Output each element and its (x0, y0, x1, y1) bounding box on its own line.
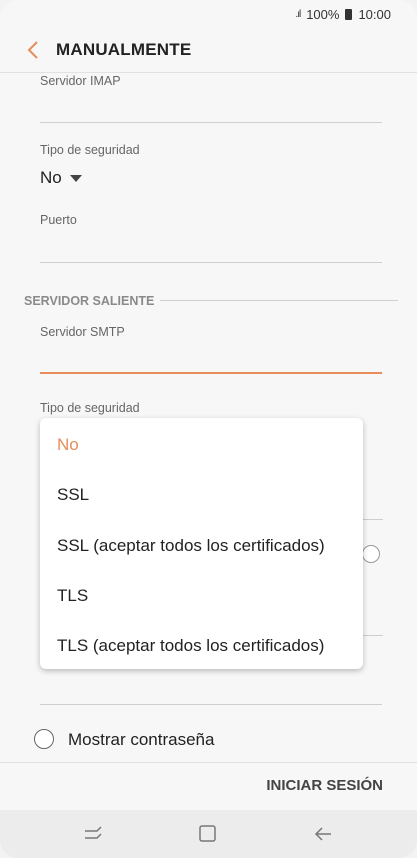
dropdown-option-no[interactable]: No (57, 435, 79, 455)
page-title: MANUALMENTE (56, 40, 192, 59)
outgoing-security-label: Tipo de seguridad (40, 401, 140, 415)
navigation-bar (0, 810, 417, 858)
hidden-radio[interactable] (362, 545, 380, 563)
status-bar: .ıl 100% 10:00 (0, 0, 417, 28)
screen: .ıl 100% 10:00 MANUALMENTE Servidor IMAP… (0, 0, 417, 858)
port-field[interactable] (40, 262, 382, 263)
incoming-security-select[interactable]: No (40, 168, 82, 188)
home-icon[interactable] (197, 824, 219, 844)
recent-apps-icon[interactable] (82, 824, 104, 844)
battery-icon (345, 8, 353, 20)
show-password-label: Mostrar contraseña (68, 730, 215, 749)
dropdown-option-tls-all-certs[interactable]: TLS (aceptar todos los certificados) (57, 636, 324, 656)
incoming-security-value: No (40, 168, 62, 187)
action-bar: INICIAR SESIÓN (0, 762, 417, 811)
dropdown-arrow-icon (69, 174, 82, 182)
imap-server-label: Servidor IMAP (40, 74, 121, 88)
password-field[interactable] (40, 704, 382, 705)
dropdown-option-tls[interactable]: TLS (57, 586, 88, 606)
security-type-dropdown[interactable]: No SSL SSL (aceptar todos los certificad… (40, 418, 363, 669)
hidden-field-line (363, 519, 383, 520)
app-header: MANUALMENTE (0, 28, 417, 73)
login-button[interactable]: INICIAR SESIÓN (266, 777, 383, 794)
outgoing-server-section-title: SERVIDOR SALIENTE (24, 294, 155, 308)
back-icon[interactable] (313, 824, 335, 844)
incoming-security-label: Tipo de seguridad (40, 143, 140, 157)
imap-server-field[interactable] (40, 122, 382, 123)
signal-icon: .ıl (295, 8, 301, 20)
battery-percentage: 100% (306, 6, 340, 22)
smtp-server-field[interactable] (40, 372, 382, 374)
port-label: Puerto (40, 213, 77, 227)
show-password-radio[interactable] (34, 729, 54, 749)
dropdown-option-ssl-all-certs[interactable]: SSL (aceptar todos los certificados) (57, 536, 325, 556)
section-divider (160, 300, 398, 301)
dropdown-option-ssl[interactable]: SSL (57, 485, 89, 505)
back-arrow-icon[interactable] (14, 31, 52, 69)
hidden-field-line-2 (363, 635, 383, 636)
clock: 10:00 (358, 6, 391, 22)
smtp-server-label: Servidor SMTP (40, 325, 125, 339)
